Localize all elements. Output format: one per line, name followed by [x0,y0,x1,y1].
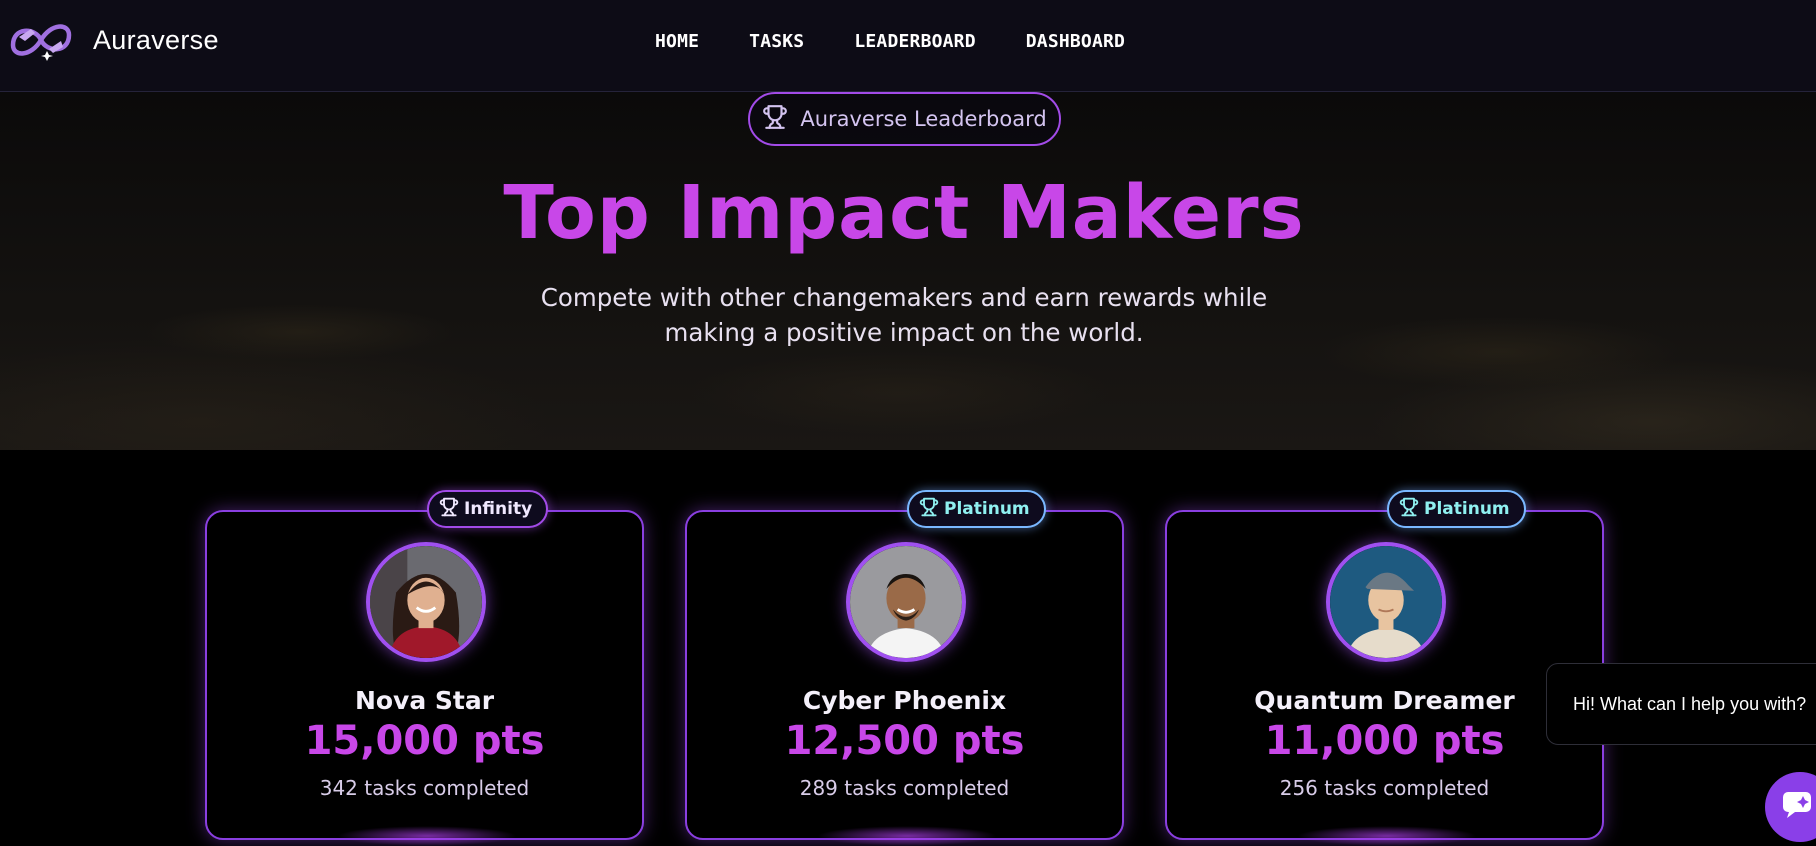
trophy-icon [762,104,800,134]
tier-badge: Platinum [907,490,1046,528]
page-title: Top Impact Makers [503,170,1305,256]
nav-tasks-link[interactable]: TASKS [749,31,804,52]
avatar [366,542,486,662]
tier-badge: Infinity [427,490,549,528]
nav-dashboard-link[interactable]: DASHBOARD [1026,31,1125,52]
leader-name: Quantum Dreamer [1254,686,1515,715]
trophy-icon [919,497,944,522]
top-navbar: Auraverse HOME TASKS LEADERBOARD DASHBOA… [0,0,1816,92]
page-subtitle: Compete with other changemakers and earn… [500,280,1308,350]
leader-tasks: 256 tasks completed [1279,776,1490,800]
tier-label: Platinum [944,499,1030,519]
badge-label: Auraverse Leaderboard [800,107,1047,131]
tier-badge: Platinum [1387,490,1526,528]
leader-tasks: 342 tasks completed [319,776,530,800]
leader-points: 11,000 pts [1264,718,1505,764]
chat-launcher-button[interactable] [1765,772,1816,842]
brand[interactable]: Auraverse [5,15,219,65]
brand-name: Auraverse [93,24,219,55]
leader-points: 12,500 pts [784,718,1025,764]
leader-name: Nova Star [354,686,495,715]
leader-tasks: 289 tasks completed [799,776,1010,800]
chat-prompt-text: Hi! What can I help you with? [1573,693,1807,714]
card-action-glow [1297,826,1477,846]
trophy-icon [1399,497,1424,522]
auraverse-logo-icon [5,15,77,65]
subtitle-line-2: making a positive impact on the world. [664,318,1144,347]
chat-icon [1765,772,1815,824]
nav-leaderboard-link[interactable]: LEADERBOARD [854,31,975,52]
trophy-icon [439,497,464,522]
tier-label: Platinum [1424,499,1510,519]
subtitle-line-1: Compete with other changemakers and earn… [540,283,1268,312]
chat-prompt-bubble[interactable]: Hi! What can I help you with? [1546,663,1816,745]
leader-card[interactable]: Infinity Nova Star 15,000 pts 342 tasks … [205,490,644,846]
tier-label: Infinity [464,499,533,519]
leader-card[interactable]: Platinum Cyber Phoenix 12,500 pts 289 ta… [685,490,1124,846]
card-action-glow [817,826,997,846]
avatar [846,542,966,662]
leader-card[interactable]: Platinum Quantum Dreamer 11,000 pts 256 … [1165,490,1604,846]
nav-home-link[interactable]: HOME [655,31,699,52]
leaderboard-badge: Auraverse Leaderboard [748,92,1061,146]
leader-name: Cyber Phoenix [802,686,1007,715]
avatar [1326,542,1446,662]
main-nav: HOME TASKS LEADERBOARD DASHBOARD [655,31,1175,52]
card-action-glow [337,826,517,846]
leader-points: 15,000 pts [304,718,545,764]
